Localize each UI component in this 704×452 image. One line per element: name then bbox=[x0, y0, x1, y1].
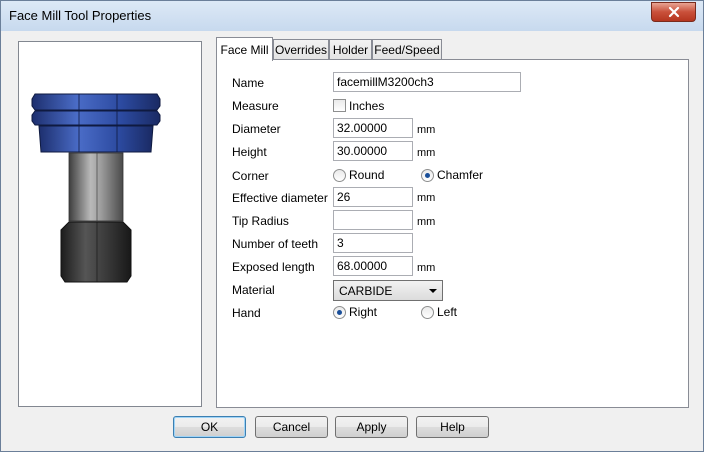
dialog-window: Face Mill Tool Properties Face Mill Over… bbox=[0, 0, 704, 452]
apply-button[interactable]: Apply bbox=[335, 416, 408, 438]
effective-diameter-input[interactable]: 26 bbox=[333, 187, 413, 207]
name-label: Name bbox=[232, 76, 265, 90]
diameter-input[interactable]: 32.00000 bbox=[333, 118, 413, 138]
height-input[interactable]: 30.00000 bbox=[333, 141, 413, 161]
tool-preview-panel bbox=[18, 41, 202, 407]
height-unit: mm bbox=[417, 147, 436, 159]
tab-face-mill[interactable]: Face Mill bbox=[216, 37, 273, 61]
exposed-length-unit: mm bbox=[417, 262, 436, 274]
tab-overrides[interactable]: Overrides bbox=[273, 39, 329, 60]
material-label: Material bbox=[232, 283, 275, 297]
tool-holder bbox=[60, 221, 132, 283]
exposed-length-label: Exposed length bbox=[232, 260, 315, 274]
height-label: Height bbox=[232, 145, 267, 159]
diameter-label: Diameter bbox=[232, 122, 281, 136]
corner-label: Corner bbox=[232, 169, 269, 183]
diameter-unit: mm bbox=[417, 124, 436, 136]
measure-label: Measure bbox=[232, 99, 279, 113]
corner-chamfer-label: Chamfer bbox=[437, 168, 484, 182]
corner-round-radio[interactable] bbox=[333, 169, 346, 182]
tool-shank bbox=[68, 152, 124, 222]
hand-right-radio[interactable] bbox=[333, 306, 346, 319]
cutter-head bbox=[31, 93, 161, 153]
tab-feed-speed[interactable]: Feed/Speed bbox=[372, 39, 442, 60]
tip-radius-input[interactable] bbox=[333, 210, 413, 230]
hand-left-radio[interactable] bbox=[421, 306, 434, 319]
name-input[interactable]: facemillM3200ch3 bbox=[333, 72, 521, 92]
effective-diameter-unit: mm bbox=[417, 192, 436, 204]
tip-radius-label: Tip Radius bbox=[232, 214, 289, 228]
cancel-button[interactable]: Cancel bbox=[255, 416, 328, 438]
exposed-length-input[interactable]: 68.00000 bbox=[333, 256, 413, 276]
corner-chamfer-radio[interactable] bbox=[421, 169, 434, 182]
number-of-teeth-label: Number of teeth bbox=[232, 237, 319, 251]
face-mill-tool-image bbox=[31, 93, 161, 283]
inches-checkbox[interactable] bbox=[333, 99, 346, 112]
hand-label: Hand bbox=[232, 306, 261, 320]
title-bar: Face Mill Tool Properties bbox=[1, 1, 703, 31]
tab-holder[interactable]: Holder bbox=[329, 39, 372, 60]
chevron-down-icon bbox=[429, 289, 437, 293]
help-button[interactable]: Help bbox=[416, 416, 489, 438]
close-icon bbox=[668, 6, 679, 18]
hand-right-label: Right bbox=[349, 305, 378, 319]
number-of-teeth-input[interactable]: 3 bbox=[333, 233, 413, 253]
effective-diameter-label: Effective diameter bbox=[232, 191, 328, 205]
inches-checkbox-label: Inches bbox=[349, 99, 385, 113]
ok-button[interactable]: OK bbox=[173, 416, 246, 438]
window-title: Face Mill Tool Properties bbox=[9, 8, 152, 23]
hand-left-label: Left bbox=[437, 305, 458, 319]
close-button[interactable] bbox=[651, 2, 696, 22]
material-selected-value: CARBIDE bbox=[339, 284, 393, 298]
corner-round-label: Round bbox=[349, 168, 385, 182]
tab-panel-face-mill bbox=[216, 59, 689, 408]
material-select[interactable]: CARBIDE bbox=[333, 280, 443, 301]
tip-radius-unit: mm bbox=[417, 216, 436, 228]
